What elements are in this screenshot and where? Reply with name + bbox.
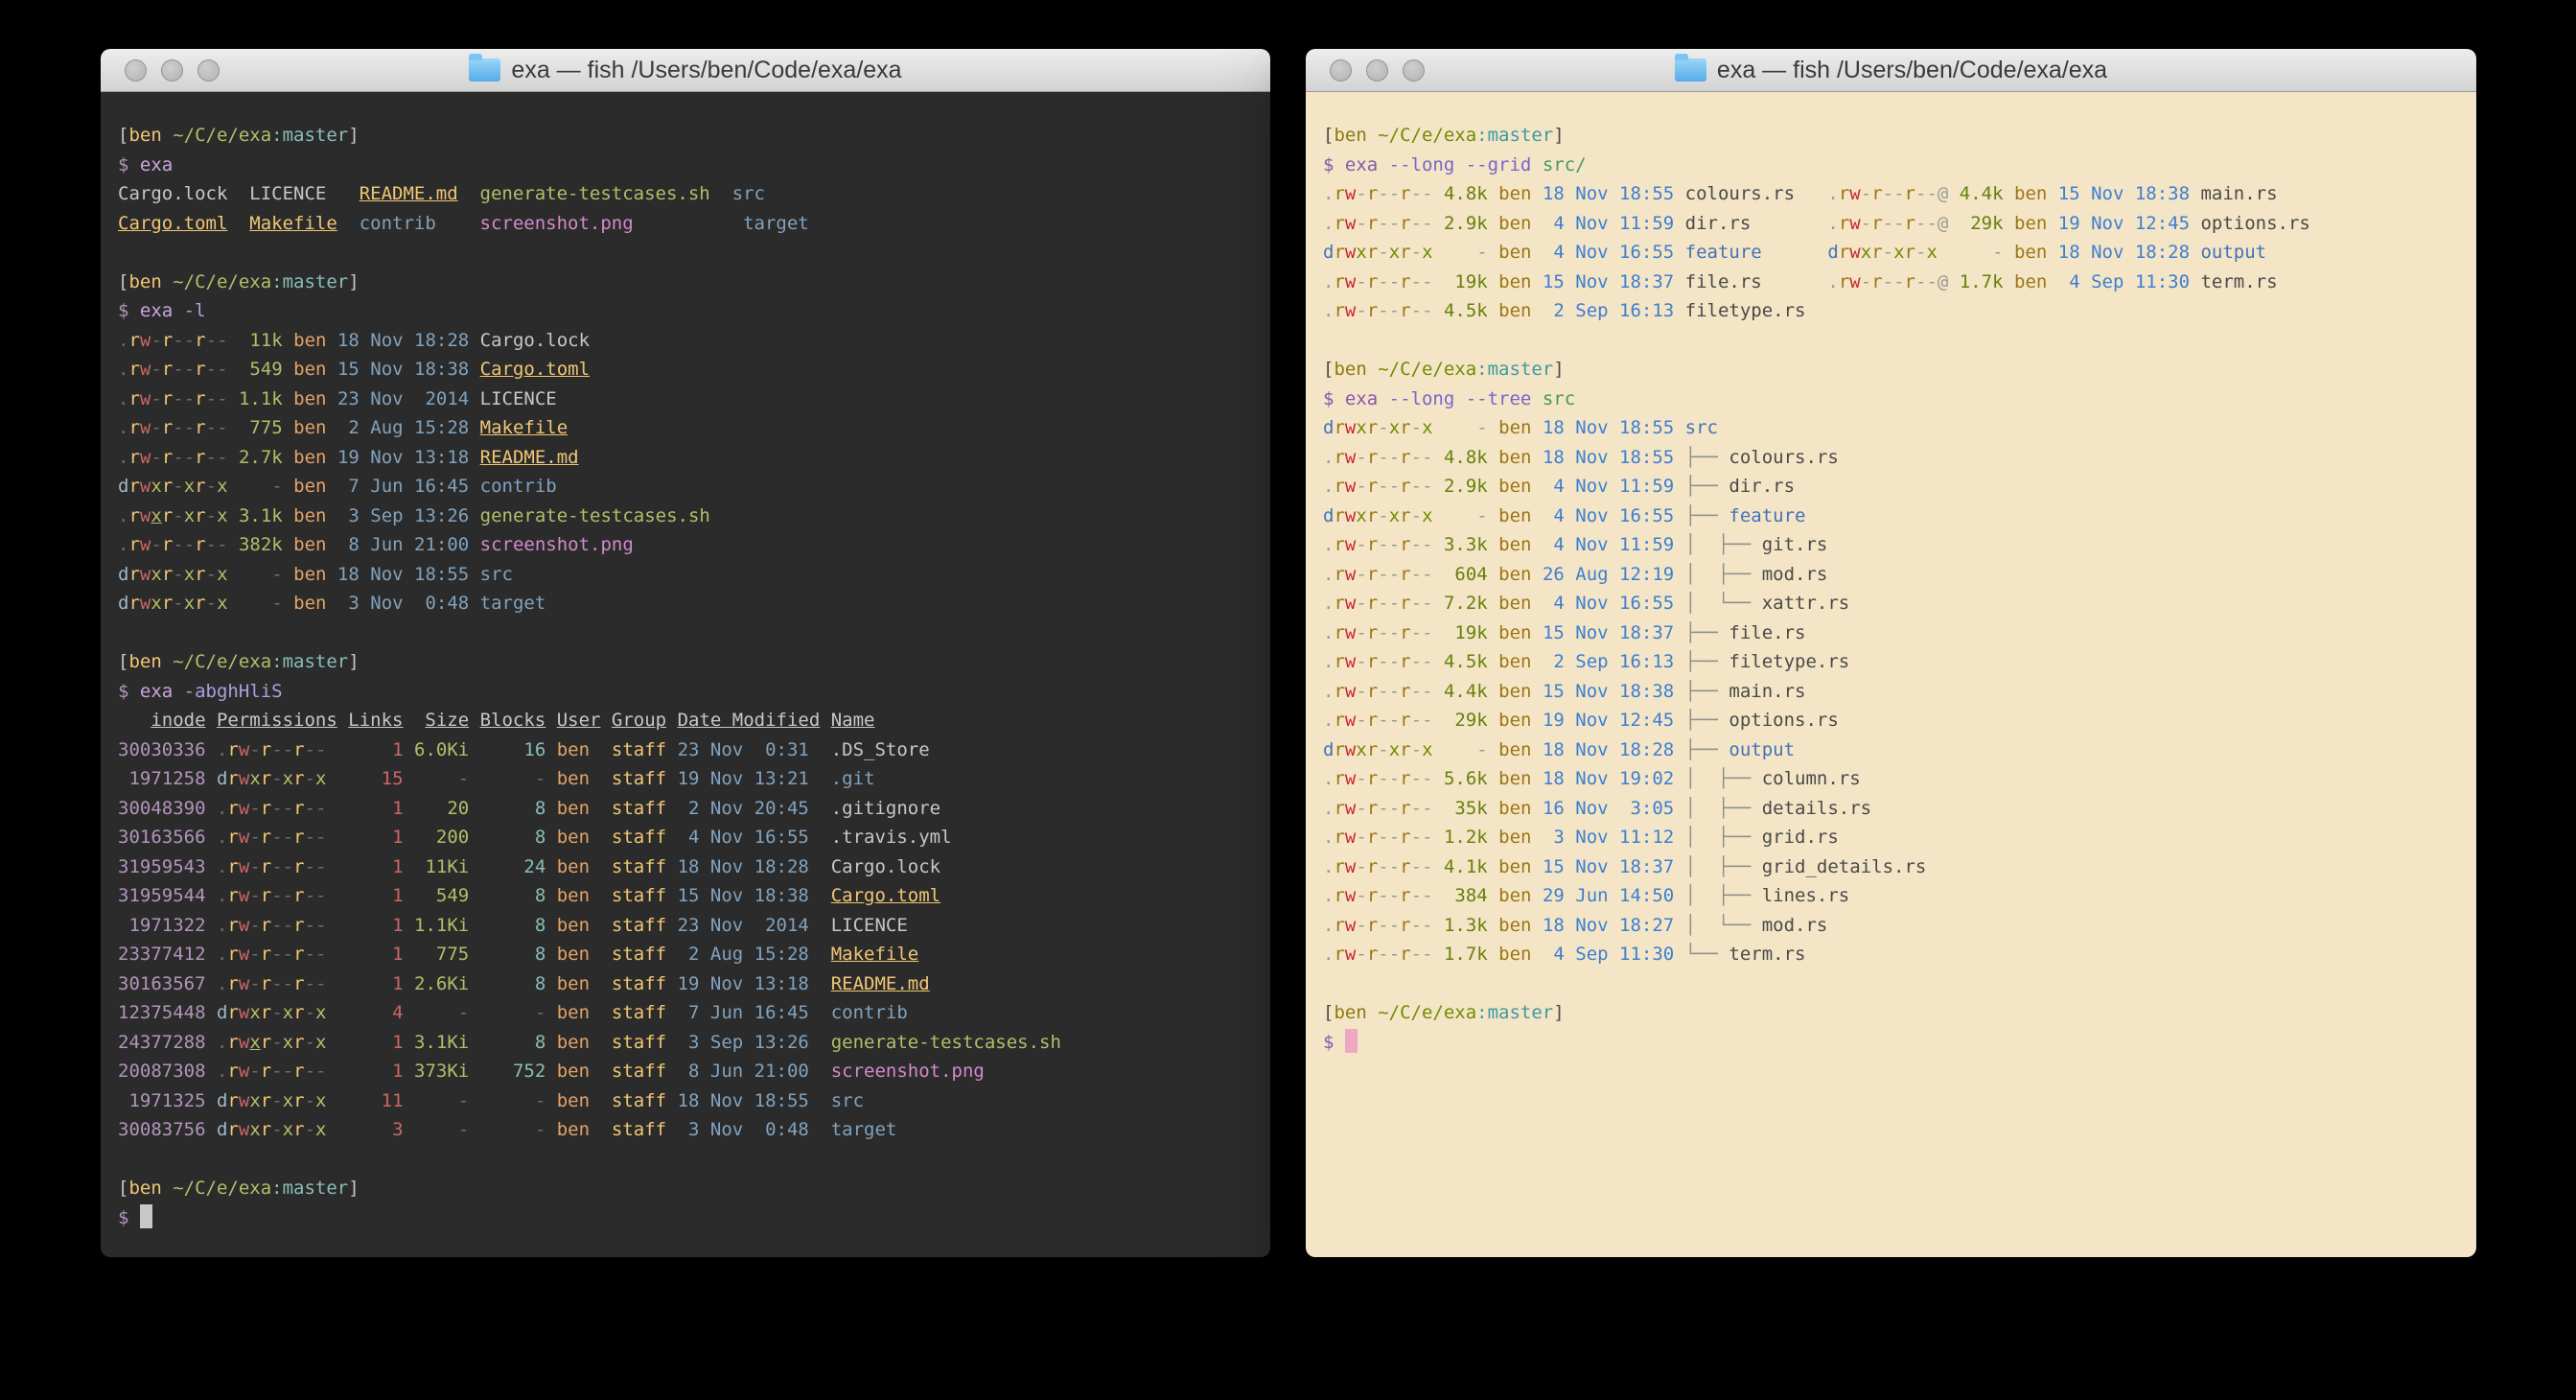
- terminal-line: drwxr-xr-x - ben 18 Nov 18:55 src: [118, 560, 1253, 590]
- terminal-line: [ben ~/C/e/exa:master]: [118, 647, 1253, 677]
- terminal-line: .rw-r--r-- 4.1k ben 15 Nov 18:37 │ ├── g…: [1323, 852, 2459, 882]
- terminal-line: .rw-r--r-- 1.2k ben 3 Nov 11:12 │ ├── gr…: [1323, 823, 2459, 852]
- terminal-line: .rw-r--r-- 2.9k ben 4 Nov 11:59 ├── dir.…: [1323, 472, 2459, 502]
- terminal-line: Cargo.toml Makefile contrib screenshot.p…: [118, 209, 1253, 239]
- terminal-line: [ben ~/C/e/exa:master]: [1323, 998, 2459, 1028]
- folder-icon: [1675, 58, 1706, 82]
- terminal-line: .rw-r--r-- 2.9k ben 4 Nov 11:59 dir.rs .…: [1323, 209, 2459, 239]
- zoom-button[interactable]: [1403, 59, 1425, 82]
- terminal-line: .rw-r--r-- 19k ben 15 Nov 18:37 file.rs …: [1323, 268, 2459, 297]
- minimize-button[interactable]: [161, 59, 183, 82]
- terminal-line: 30030336 .rw-r--r-- 1 6.0Ki 16 ben staff…: [118, 735, 1253, 765]
- terminal-line: $ exa: [118, 151, 1253, 180]
- terminal-line: $ exa --long --grid src/: [1323, 151, 2459, 180]
- terminal-line: drwxr-xr-x - ben 7 Jun 16:45 contrib: [118, 472, 1253, 502]
- terminal-line: $ exa -abghHliS: [118, 677, 1253, 707]
- terminal-line: 30163567 .rw-r--r-- 1 2.6Ki 8 ben staff …: [118, 969, 1253, 999]
- desktop: { "ui": { "page_background": "#000000", …: [0, 0, 2576, 1400]
- terminal-line: .rw-r--r-- 775 ben 2 Aug 15:28 Makefile: [118, 413, 1253, 443]
- terminal-line: .rw-r--r-- 604 ben 26 Aug 12:19 │ ├── mo…: [1323, 560, 2459, 590]
- terminal-line: .rw-r--r-- 4.8k ben 18 Nov 18:55 ├── col…: [1323, 443, 2459, 473]
- terminal-line: 12375448 drwxr-xr-x 4 - - ben staff 7 Ju…: [118, 998, 1253, 1028]
- terminal-line: .rw-r--r-- 2.7k ben 19 Nov 13:18 README.…: [118, 443, 1253, 473]
- terminal-line: $ exa -l: [118, 296, 1253, 326]
- terminal-line: 1971258 drwxr-xr-x 15 - - ben staff 19 N…: [118, 764, 1253, 794]
- terminal-line: $: [1323, 1028, 2459, 1058]
- terminal-line: .rw-r--r-- 4.8k ben 18 Nov 18:55 colours…: [1323, 179, 2459, 209]
- terminal-line: 24377288 .rwxr-xr-x 1 3.1Ki 8 ben staff …: [118, 1028, 1253, 1058]
- terminal-line: .rw-r--r-- 1.3k ben 18 Nov 18:27 │ └── m…: [1323, 911, 2459, 941]
- terminal-line: 31959543 .rw-r--r-- 1 11Ki 24 ben staff …: [118, 852, 1253, 882]
- folder-icon: [469, 58, 500, 82]
- terminal-line: [1323, 969, 2459, 999]
- terminal-cursor: [1345, 1029, 1358, 1053]
- title-area: exa — fish /Users/ben/Code/exa/exa: [469, 57, 901, 84]
- terminal-content-light[interactable]: [ben ~/C/e/exa:master]$ exa --long --gri…: [1306, 92, 2476, 1257]
- terminal-window-light: exa — fish /Users/ben/Code/exa/exa [ben …: [1306, 49, 2476, 1257]
- terminal-cursor: [140, 1204, 152, 1228]
- terminal-line: $ exa --long --tree src: [1323, 385, 2459, 414]
- minimize-button[interactable]: [1366, 59, 1388, 82]
- terminal-line: Cargo.lock LICENCE README.md generate-te…: [118, 179, 1253, 209]
- terminal-line: 30163566 .rw-r--r-- 1 200 8 ben staff 4 …: [118, 823, 1253, 852]
- terminal-content-dark[interactable]: [ben ~/C/e/exa:master]$ exaCargo.lock LI…: [101, 92, 1270, 1257]
- terminal-line: .rw-r--r-- 549 ben 15 Nov 18:38 Cargo.to…: [118, 355, 1253, 385]
- titlebar[interactable]: exa — fish /Users/ben/Code/exa/exa: [1306, 49, 2476, 92]
- terminal-line: 23377412 .rw-r--r-- 1 775 8 ben staff 2 …: [118, 940, 1253, 969]
- terminal-line: drwxr-xr-x - ben 18 Nov 18:55 src: [1323, 413, 2459, 443]
- terminal-line: .rw-r--r-- 4.5k ben 2 Sep 16:13 filetype…: [1323, 296, 2459, 326]
- terminal-line: .rw-r--r-- 4.5k ben 2 Sep 16:13 ├── file…: [1323, 647, 2459, 677]
- terminal-line: .rw-r--r-- 19k ben 15 Nov 18:37 ├── file…: [1323, 618, 2459, 648]
- close-button[interactable]: [1330, 59, 1352, 82]
- terminal-line: drwxr-xr-x - ben 3 Nov 0:48 target: [118, 589, 1253, 618]
- terminal-line: inode Permissions Links Size Blocks User…: [118, 706, 1253, 735]
- terminal-line: [ben ~/C/e/exa:master]: [1323, 121, 2459, 151]
- terminal-line: .rw-r--r-- 3.3k ben 4 Nov 11:59 │ ├── gi…: [1323, 530, 2459, 560]
- terminal-line: .rw-r--r-- 5.6k ben 18 Nov 19:02 │ ├── c…: [1323, 764, 2459, 794]
- terminal-line: 30083756 drwxr-xr-x 3 - - ben staff 3 No…: [118, 1115, 1253, 1145]
- terminal-line: .rw-r--r-- 384 ben 29 Jun 14:50 │ ├── li…: [1323, 881, 2459, 911]
- terminal-line: .rw-r--r-- 35k ben 16 Nov 3:05 │ ├── det…: [1323, 794, 2459, 824]
- terminal-line: [ben ~/C/e/exa:master]: [118, 268, 1253, 297]
- terminal-line: .rw-r--r-- 7.2k ben 4 Nov 16:55 │ └── xa…: [1323, 589, 2459, 618]
- terminal-line: .rwxr-xr-x 3.1k ben 3 Sep 13:26 generate…: [118, 502, 1253, 531]
- traffic-lights: [1330, 49, 1425, 91]
- terminal-line: $: [118, 1203, 1253, 1233]
- terminal-line: .rw-r--r-- 1.1k ben 23 Nov 2014 LICENCE: [118, 385, 1253, 414]
- terminal-line: [118, 238, 1253, 268]
- terminal-line: 1971325 drwxr-xr-x 11 - - ben staff 18 N…: [118, 1086, 1253, 1116]
- terminal-line: .rw-r--r-- 11k ben 18 Nov 18:28 Cargo.lo…: [118, 326, 1253, 356]
- terminal-line: .rw-r--r-- 1.7k ben 4 Sep 11:30 └── term…: [1323, 940, 2459, 969]
- terminal-line: [118, 1145, 1253, 1175]
- terminal-line: .rw-r--r-- 382k ben 8 Jun 21:00 screensh…: [118, 530, 1253, 560]
- zoom-button[interactable]: [197, 59, 220, 82]
- traffic-lights: [125, 49, 220, 91]
- terminal-line: [ben ~/C/e/exa:master]: [1323, 355, 2459, 385]
- terminal-line: [ben ~/C/e/exa:master]: [118, 1174, 1253, 1203]
- terminal-line: 20087308 .rw-r--r-- 1 373Ki 752 ben staf…: [118, 1057, 1253, 1086]
- terminal-line: drwxr-xr-x - ben 18 Nov 18:28 ├── output: [1323, 735, 2459, 765]
- titlebar[interactable]: exa — fish /Users/ben/Code/exa/exa: [101, 49, 1270, 92]
- terminal-line: [1323, 326, 2459, 356]
- terminal-line: 31959544 .rw-r--r-- 1 549 8 ben staff 15…: [118, 881, 1253, 911]
- title-area: exa — fish /Users/ben/Code/exa/exa: [1675, 57, 2107, 84]
- terminal-line: 1971322 .rw-r--r-- 1 1.1Ki 8 ben staff 2…: [118, 911, 1253, 941]
- window-title: exa — fish /Users/ben/Code/exa/exa: [1717, 57, 2107, 84]
- close-button[interactable]: [125, 59, 147, 82]
- terminal-line: .rw-r--r-- 29k ben 19 Nov 12:45 ├── opti…: [1323, 706, 2459, 735]
- terminal-line: 30048390 .rw-r--r-- 1 20 8 ben staff 2 N…: [118, 794, 1253, 824]
- terminal-window-dark: exa — fish /Users/ben/Code/exa/exa [ben …: [101, 49, 1270, 1257]
- terminal-line: drwxr-xr-x - ben 4 Nov 16:55 ├── feature: [1323, 502, 2459, 531]
- terminal-line: drwxr-xr-x - ben 4 Nov 16:55 feature drw…: [1323, 238, 2459, 268]
- terminal-line: [118, 618, 1253, 648]
- terminal-line: [ben ~/C/e/exa:master]: [118, 121, 1253, 151]
- window-title: exa — fish /Users/ben/Code/exa/exa: [511, 57, 901, 84]
- terminal-line: .rw-r--r-- 4.4k ben 15 Nov 18:38 ├── mai…: [1323, 677, 2459, 707]
